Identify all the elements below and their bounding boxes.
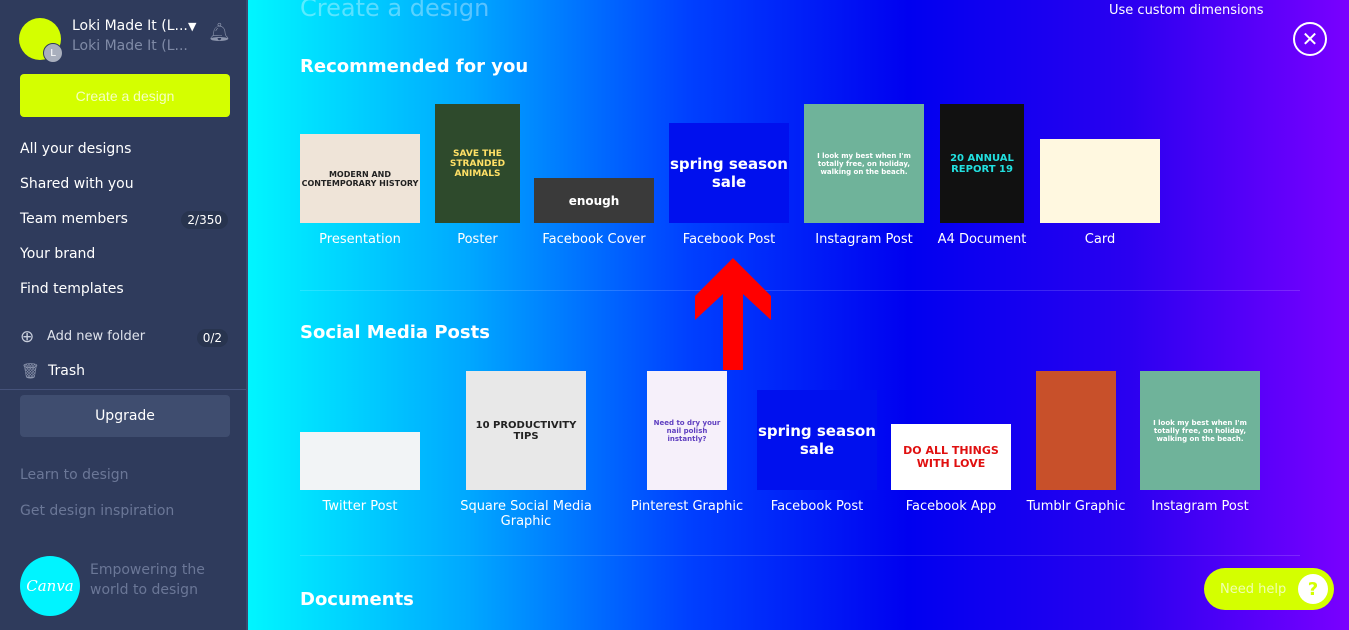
add-folder-button[interactable]: Add new folder [47,329,145,344]
thumbnail-text: 20 ANNUAL REPORT 19 [950,152,1014,175]
section-heading-social: Social Media Posts [300,322,490,343]
tagline: Empowering the world to design [90,562,205,598]
thumbnail-text: MODERN AND CONTEMPORARY HISTORY [301,169,419,188]
thumbnail-text: enough [568,193,620,208]
thumbnail-text: I look my best when I'm totally free, on… [1153,418,1247,443]
learn-link[interactable]: Learn to design [20,467,129,483]
template-thumbnail[interactable]: I look my best when I'm totally free, on… [804,104,924,223]
logo-text: Canva [26,577,74,595]
section-heading-recommended: Recommended for you [300,56,529,77]
caret-down-icon[interactable]: ▼ [188,20,196,33]
upgrade-button[interactable]: Upgrade [20,395,230,437]
nav-shared[interactable]: Shared with you [20,176,134,192]
thumbnail-text: 10 PRODUCTIVITY TIPS [475,419,577,442]
account-subtitle: Loki Made It (L... [72,38,188,54]
section-heading-documents: Documents [300,589,414,610]
create-design-button[interactable]: Create a design [20,74,230,117]
question-icon: ? [1298,574,1328,604]
plus-circle-icon[interactable]: ⊕ [20,327,34,347]
page-title: Create a design [300,0,490,22]
template-thumbnail[interactable]: spring season sale [757,390,877,490]
divider [0,389,246,390]
nav-trash[interactable]: Trash [48,363,85,379]
nav-your-brand[interactable]: Your brand [20,246,95,262]
template-thumbnail[interactable]: enough [534,178,654,223]
thumbnail-text: DO ALL THINGS WITH LOVE [903,444,999,470]
template-thumbnail[interactable] [1036,371,1116,490]
template-label[interactable]: Instagram Post [1110,499,1290,514]
divider [300,555,1300,556]
nav-team-members[interactable]: Team members [20,211,128,227]
template-thumbnail[interactable]: MODERN AND CONTEMPORARY HISTORY [300,134,420,223]
avatar-badge: L [43,43,63,63]
folder-count-badge: 0/2 [196,329,228,347]
inspiration-link[interactable]: Get design inspiration [20,503,174,519]
template-thumbnail[interactable]: DO ALL THINGS WITH LOVE [891,424,1011,490]
trash-icon: 🗑︎ [21,362,41,380]
close-button[interactable]: ✕ [1293,22,1327,56]
template-thumbnail[interactable] [300,432,420,490]
team-count-badge: 2/350 [181,211,228,229]
nav-find-templates[interactable]: Find templates [20,281,124,297]
red-arrow-annotation [695,258,771,370]
template-thumbnail[interactable]: 20 ANNUAL REPORT 19 [940,104,1024,223]
template-label[interactable]: Square Social Media Graphic [436,499,616,529]
template-thumbnail[interactable] [1040,139,1160,223]
template-label[interactable]: Card [1010,232,1190,247]
need-help-button[interactable]: Need help ? [1204,568,1334,610]
template-thumbnail[interactable]: 10 PRODUCTIVITY TIPS [466,371,586,490]
thumbnail-text: spring season sale [758,422,876,458]
custom-dimensions-link[interactable]: Use custom dimensions [1109,3,1264,18]
thumbnail-text: I look my best when I'm totally free, on… [817,151,911,176]
sidebar: L Loki Made It (L... Loki Made It (L... … [0,0,248,630]
bell-icon[interactable]: 🔔︎ [208,22,231,43]
template-thumbnail[interactable]: Need to dry your nail polish instantly? [647,371,727,490]
thumbnail-text: Need to dry your nail polish instantly? [653,418,721,443]
template-thumbnail[interactable]: spring season sale [669,123,789,223]
need-help-label: Need help [1220,581,1287,597]
template-thumbnail[interactable]: I look my best when I'm totally free, on… [1140,371,1260,490]
thumbnail-text: spring season sale [670,155,788,191]
thumbnail-text: SAVE THE STRANDED ANIMALS [449,148,506,179]
nav-all-designs[interactable]: All your designs [20,141,131,157]
create-design-panel: Create a design Use custom dimensions ✕ … [248,0,1349,630]
canva-logo: Canva [20,556,80,616]
template-thumbnail[interactable]: SAVE THE STRANDED ANIMALS [435,104,520,223]
divider [300,290,1300,291]
close-icon: ✕ [1301,27,1319,51]
template-label[interactable]: Twitter Post [270,499,450,514]
account-name[interactable]: Loki Made It (L... [72,18,188,34]
